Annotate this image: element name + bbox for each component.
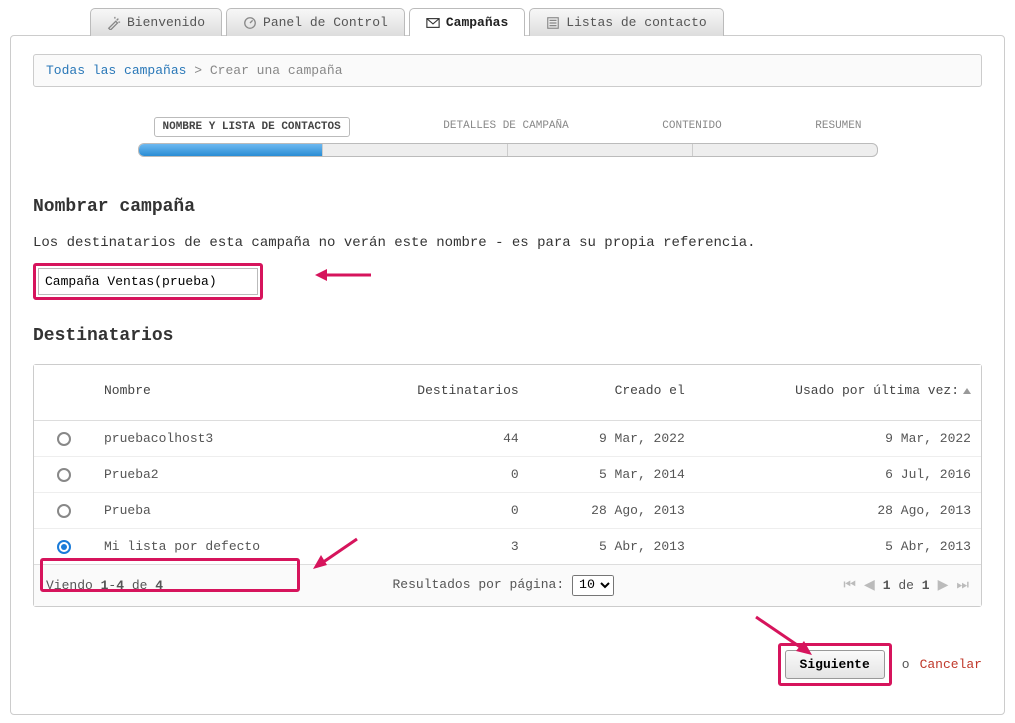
per-page-control: Resultados por página: 10	[393, 575, 614, 596]
wizard-step-1: NOMBRE Y LISTA DE CONTACTOS	[154, 117, 350, 137]
radio-button[interactable]	[57, 540, 71, 554]
campaign-name-input[interactable]	[38, 268, 258, 295]
page-prev-icon[interactable]: ◀	[864, 577, 875, 594]
wizard-progress-bar	[138, 143, 878, 157]
col-last-used[interactable]: Usado por última vez:	[695, 365, 981, 421]
tab-panel-control[interactable]: Panel de Control	[226, 8, 405, 36]
table-row[interactable]: pruebacolhost3449 Mar, 20229 Mar, 2022	[34, 421, 981, 457]
breadcrumb-current: Crear una campaña	[210, 63, 343, 78]
sort-asc-icon	[963, 388, 971, 394]
name-section-title: Nombrar campaña	[33, 197, 982, 217]
cell-name: pruebacolhost3	[94, 421, 351, 457]
breadcrumb-root-link[interactable]: Todas las campañas	[46, 63, 186, 78]
col-creado[interactable]: Creado el	[529, 365, 695, 421]
main-panel: Todas las campañas > Crear una campaña N…	[10, 35, 1005, 715]
gauge-icon	[243, 16, 257, 30]
cancel-link[interactable]: Cancelar	[920, 657, 982, 672]
table-footer: Viendo 1-4 de 4 Resultados por página: 1…	[34, 564, 981, 606]
tab-label: Panel de Control	[263, 15, 388, 30]
cell-recipients: 44	[351, 421, 528, 457]
recipients-table: Nombre Destinatarios Creado el Usado por…	[34, 365, 981, 564]
actions-row: Siguiente o Cancelar	[33, 643, 982, 686]
breadcrumb-separator: >	[194, 63, 202, 78]
or-text: o	[902, 657, 910, 672]
cell-name: Prueba2	[94, 457, 351, 493]
breadcrumb: Todas las campañas > Crear una campaña	[33, 54, 982, 87]
cell-created: 9 Mar, 2022	[529, 421, 695, 457]
name-section-hint: Los destinatarios de esta campaña no ver…	[33, 235, 982, 251]
cell-name: Prueba	[94, 493, 351, 529]
radio-button[interactable]	[57, 432, 71, 446]
page-first-icon[interactable]: ⏮	[843, 578, 856, 594]
tab-label: Bienvenido	[127, 15, 205, 30]
wizard-step-2: DETALLES DE CAMPAÑA	[443, 117, 568, 137]
radio-button[interactable]	[57, 504, 71, 518]
cell-recipients: 0	[351, 457, 528, 493]
pager: ⏮ ◀ 1 de 1 ▶ ⏭	[843, 577, 969, 594]
next-button[interactable]: Siguiente	[785, 650, 885, 679]
wand-icon	[107, 16, 121, 30]
table-row[interactable]: Mi lista por defecto35 Abr, 20135 Abr, 2…	[34, 529, 981, 565]
cell-created: 5 Abr, 2013	[529, 529, 695, 565]
per-page-select[interactable]: 10	[572, 575, 614, 596]
page-last-icon[interactable]: ⏭	[956, 578, 969, 594]
tab-bar: Bienvenido Panel de Control Campañas Lis…	[10, 8, 1005, 36]
radio-button[interactable]	[57, 468, 71, 482]
arrow-annotation-icon	[313, 263, 373, 287]
per-page-label: Resultados por página:	[393, 577, 565, 592]
cell-last-used: 5 Abr, 2013	[695, 529, 981, 565]
mail-icon	[426, 16, 440, 30]
page-next-icon[interactable]: ▶	[938, 577, 949, 594]
tab-label: Campañas	[446, 15, 508, 30]
wizard-step-4: RESUMEN	[815, 117, 861, 137]
viewing-text: Viendo 1-4 de 4	[46, 578, 163, 593]
recipients-section-title: Destinatarios	[33, 326, 982, 346]
list-icon	[546, 16, 560, 30]
highlight-box: Siguiente	[778, 643, 892, 686]
cell-last-used: 6 Jul, 2016	[695, 457, 981, 493]
cell-created: 28 Ago, 2013	[529, 493, 695, 529]
highlight-box	[33, 263, 263, 300]
cell-created: 5 Mar, 2014	[529, 457, 695, 493]
tab-campanas[interactable]: Campañas	[409, 8, 525, 36]
table-row[interactable]: Prueba205 Mar, 20146 Jul, 2016	[34, 457, 981, 493]
col-nombre[interactable]: Nombre	[94, 365, 351, 421]
cell-recipients: 0	[351, 493, 528, 529]
cell-last-used: 9 Mar, 2022	[695, 421, 981, 457]
cell-last-used: 28 Ago, 2013	[695, 493, 981, 529]
cell-name: Mi lista por defecto	[94, 529, 351, 565]
tab-bienvenido[interactable]: Bienvenido	[90, 8, 222, 36]
tab-listas-contacto[interactable]: Listas de contacto	[529, 8, 723, 36]
page-text: 1 de 1	[883, 578, 930, 593]
cell-recipients: 3	[351, 529, 528, 565]
tab-label: Listas de contacto	[566, 15, 706, 30]
wizard-steps: NOMBRE Y LISTA DE CONTACTOS DETALLES DE …	[138, 117, 878, 157]
table-row[interactable]: Prueba028 Ago, 201328 Ago, 2013	[34, 493, 981, 529]
recipients-table-wrap: Nombre Destinatarios Creado el Usado por…	[33, 364, 982, 607]
col-destinatarios[interactable]: Destinatarios	[351, 365, 528, 421]
wizard-step-3: CONTENIDO	[662, 117, 721, 137]
